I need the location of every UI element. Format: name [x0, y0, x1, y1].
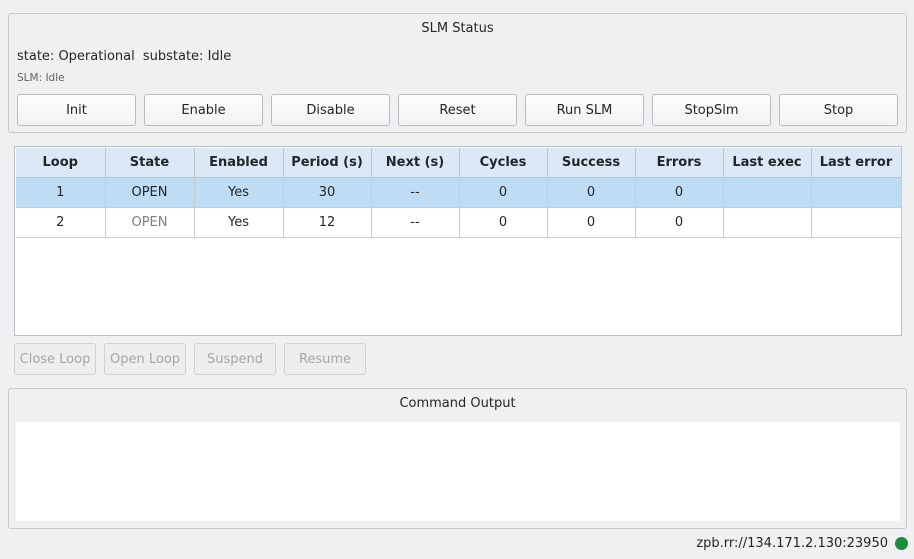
cell-last-exec: [723, 207, 812, 238]
slm-status-title: SLM Status: [421, 21, 494, 36]
cell-loop: 2: [16, 207, 106, 238]
command-output-title: Command Output: [399, 396, 516, 411]
header-errors[interactable]: Errors: [635, 148, 724, 178]
cell-success: 0: [547, 177, 636, 208]
table-row[interactable]: 1 OPEN Yes 30 -- 0 0 0: [16, 177, 902, 208]
loops-table: Loop State Enabled Period (s) Next (s) C…: [16, 148, 902, 238]
command-output-group: Command Output: [8, 388, 907, 529]
cell-period: 30: [283, 177, 372, 208]
command-output-text[interactable]: [16, 422, 900, 521]
cell-period: 12: [283, 207, 372, 238]
table-header-row: Loop State Enabled Period (s) Next (s) C…: [16, 148, 902, 178]
header-success[interactable]: Success: [547, 148, 636, 178]
cell-last-exec: [723, 177, 812, 208]
resume-button[interactable]: Resume: [284, 343, 366, 375]
stop-slm-button[interactable]: StopSlm: [652, 94, 771, 126]
close-loop-button[interactable]: Close Loop: [14, 343, 96, 375]
state-label: state: Operational: [17, 49, 135, 64]
state-line: state: Operational substate: Idle: [17, 49, 235, 64]
header-last-exec[interactable]: Last exec: [723, 148, 812, 178]
cell-last-error: [811, 177, 902, 208]
suspend-button[interactable]: Suspend: [194, 343, 276, 375]
substate-label: substate: Idle: [142, 49, 232, 64]
disable-button[interactable]: Disable: [271, 94, 390, 126]
cell-cycles: 0: [459, 177, 548, 208]
cell-state: OPEN: [105, 207, 195, 238]
stop-button[interactable]: Stop: [779, 94, 898, 126]
init-button[interactable]: Init: [17, 94, 136, 126]
run-slm-button[interactable]: Run SLM: [525, 94, 644, 126]
status-bar: zpb.rr://134.171.2.130:23950: [696, 536, 908, 551]
open-loop-button[interactable]: Open Loop: [104, 343, 186, 375]
header-period[interactable]: Period (s): [283, 148, 372, 178]
loop-button-row: Close Loop Open Loop Suspend Resume: [14, 343, 366, 375]
cell-loop: 1: [16, 177, 106, 208]
reset-button[interactable]: Reset: [398, 94, 517, 126]
cell-success: 0: [547, 207, 636, 238]
cell-enabled: Yes: [194, 177, 284, 208]
cell-state: OPEN: [105, 177, 195, 208]
cell-errors: 0: [635, 207, 724, 238]
table-row[interactable]: 2 OPEN Yes 12 -- 0 0 0: [16, 207, 902, 238]
header-last-error[interactable]: Last error: [811, 148, 902, 178]
cell-next: --: [371, 177, 460, 208]
cell-next: --: [371, 207, 460, 238]
connection-status-icon: [895, 537, 908, 550]
slm-button-row: Init Enable Disable Reset Run SLM StopSl…: [17, 94, 898, 126]
loops-table-frame[interactable]: Loop State Enabled Period (s) Next (s) C…: [14, 146, 902, 336]
enable-button[interactable]: Enable: [144, 94, 263, 126]
slm-status-group: SLM Status state: Operational substate: …: [8, 13, 907, 133]
connection-address: zpb.rr://134.171.2.130:23950: [696, 536, 888, 551]
cell-enabled: Yes: [194, 207, 284, 238]
cell-errors: 0: [635, 177, 724, 208]
cell-cycles: 0: [459, 207, 548, 238]
header-loop[interactable]: Loop: [16, 148, 106, 178]
header-next[interactable]: Next (s): [371, 148, 460, 178]
header-enabled[interactable]: Enabled: [194, 148, 284, 178]
header-cycles[interactable]: Cycles: [459, 148, 548, 178]
cell-last-error: [811, 207, 902, 238]
header-state[interactable]: State: [105, 148, 195, 178]
slm-state-label: SLM: Idle: [17, 72, 65, 84]
